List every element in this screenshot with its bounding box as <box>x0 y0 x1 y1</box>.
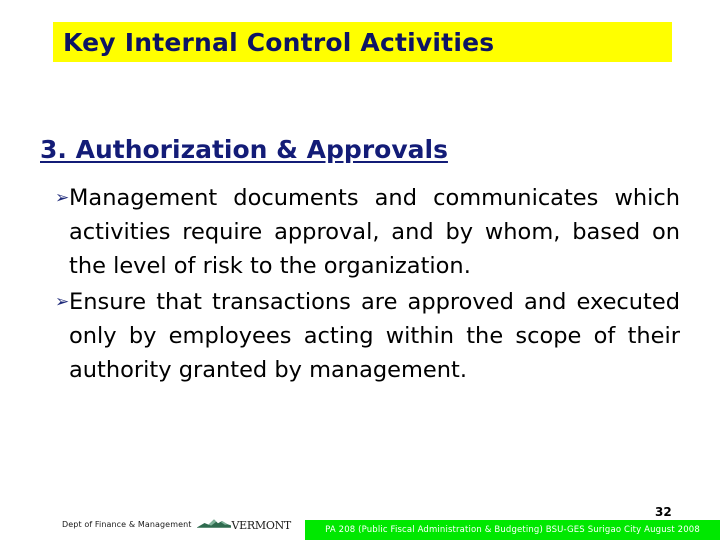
list-item: ➢ Ensure that transactions are approved … <box>40 285 680 387</box>
vermont-mountain-icon <box>196 516 231 534</box>
footer-band: PA 208 (Public Fiscal Administration & B… <box>305 520 720 540</box>
page-number: 32 <box>655 505 672 519</box>
list-item-text: Management documents and communicates wh… <box>69 185 680 279</box>
footer-department-label: Dept of Finance & Management <box>62 520 192 529</box>
vermont-wordmark: VERMONT <box>231 518 292 532</box>
list-item-text: Ensure that transactions are approved an… <box>69 289 680 383</box>
footer-band-text: PA 208 (Public Fiscal Administration & B… <box>325 525 700 535</box>
slide-canvas: Key Internal Control Activities 3. Autho… <box>0 0 720 540</box>
vermont-logo: VERMONT <box>196 516 292 534</box>
footer-left-group: Dept of Finance & Management VERMONT <box>62 516 291 534</box>
arrow-bullet-icon: ➢ <box>55 292 70 312</box>
section-heading: 3. Authorization & Approvals <box>40 135 448 164</box>
list-item: ➢ Management documents and communicates … <box>40 181 680 283</box>
slide-title-band: Key Internal Control Activities <box>53 22 672 62</box>
slide-title: Key Internal Control Activities <box>63 27 495 57</box>
arrow-bullet-icon: ➢ <box>55 188 70 208</box>
bullet-list: ➢ Management documents and communicates … <box>40 181 680 389</box>
